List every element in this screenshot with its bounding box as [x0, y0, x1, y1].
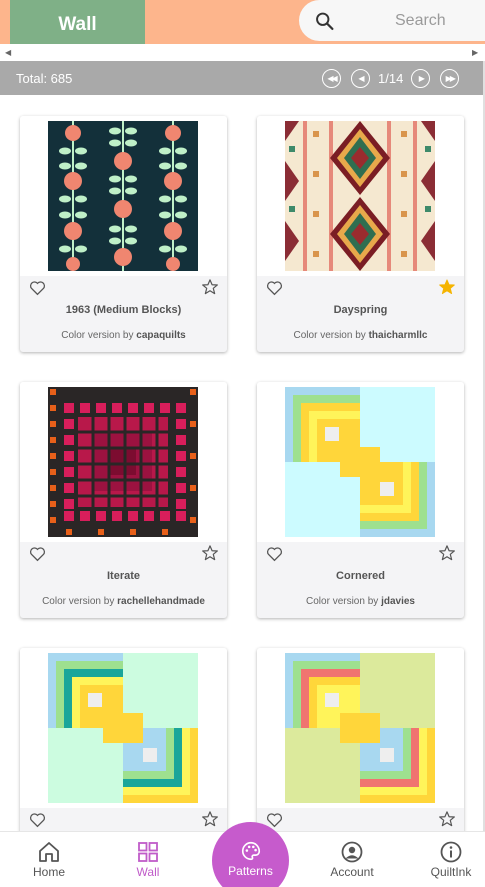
author-link[interactable]: rachellehandmade [117, 596, 205, 607]
pattern-card[interactable] [257, 648, 464, 831]
scroll-right-icon[interactable]: ▶ [472, 48, 478, 57]
pattern-image-frame [20, 116, 227, 276]
author-link[interactable]: thaicharmllc [369, 330, 428, 341]
pattern-image-frame [257, 382, 464, 542]
pattern-name[interactable]: Iterate [20, 570, 227, 582]
nav-wall-label: Wall [136, 865, 160, 879]
pattern-image-frame [20, 382, 227, 542]
pattern-image-frame [257, 116, 464, 276]
heart-icon[interactable] [29, 280, 46, 296]
pattern-card[interactable] [20, 648, 227, 831]
credit-prefix: Color version by [293, 330, 366, 341]
pagination: ◀◀ ◀ 1/14 ▶ ▶▶ [322, 68, 460, 88]
star-icon[interactable] [438, 544, 456, 562]
nav-home-label: Home [32, 865, 65, 879]
color-version-credit: Color version by rachellehandmade [20, 596, 227, 607]
pattern-grid: 1963 (Medium Blocks) Color version by ca… [0, 95, 483, 831]
info-icon [440, 841, 462, 863]
nav-wall[interactable]: Wall [108, 840, 188, 879]
heart-icon[interactable] [29, 546, 46, 562]
color-version-credit: Color version by capaquilts [20, 330, 227, 341]
credit-prefix: Color version by [306, 596, 379, 607]
pattern-thumbnail[interactable] [285, 121, 435, 271]
page-info: 1/14 [378, 70, 404, 86]
pattern-thumbnail[interactable] [48, 653, 198, 803]
last-page-icon[interactable]: ▶▶ [440, 68, 460, 88]
results-toolbar: Total: 685 ◀◀ ◀ 1/14 ▶ ▶▶ [0, 61, 483, 95]
star-icon-filled[interactable] [438, 278, 456, 296]
author-link[interactable]: capaquilts [136, 330, 185, 341]
search-icon[interactable] [314, 10, 335, 32]
credit-prefix: Color version by [42, 596, 115, 607]
color-version-credit: Color version by jdavies [257, 596, 464, 607]
search-box[interactable] [299, 0, 485, 41]
search-input[interactable] [395, 11, 485, 30]
page-title: Wall [10, 0, 145, 50]
account-icon [341, 841, 363, 863]
pattern-thumbnail[interactable] [285, 387, 435, 537]
home-icon [39, 842, 59, 862]
nav-home[interactable]: Home [9, 840, 89, 879]
scroll-left-icon[interactable]: ◀ [5, 48, 11, 57]
heart-icon[interactable] [29, 812, 46, 828]
pattern-card[interactable]: Dayspring Color version by thaicharmllc [257, 116, 464, 352]
pattern-thumbnail[interactable] [48, 121, 198, 271]
nav-account[interactable]: Account [312, 840, 392, 879]
heart-icon[interactable] [266, 546, 283, 562]
horizontal-scrollbar[interactable]: ◀ ▶ [0, 44, 485, 60]
next-page-icon[interactable]: ▶ [411, 68, 431, 88]
pattern-card[interactable]: Iterate Color version by rachellehandmad… [20, 382, 227, 618]
pattern-name[interactable]: Dayspring [257, 304, 464, 316]
patterns-button-label: Patterns [228, 864, 273, 878]
star-icon[interactable] [201, 278, 219, 296]
heart-icon[interactable] [266, 280, 283, 296]
pattern-card[interactable]: Cornered Color version by jdavies [257, 382, 464, 618]
pattern-card[interactable]: 1963 (Medium Blocks) Color version by ca… [20, 116, 227, 352]
grid-icon [138, 842, 158, 862]
star-icon[interactable] [438, 810, 456, 828]
prev-page-icon[interactable]: ◀ [351, 68, 370, 88]
pattern-image-frame [20, 648, 227, 808]
star-icon[interactable] [201, 810, 219, 828]
author-link[interactable]: jdavies [381, 596, 415, 607]
color-version-credit: Color version by thaicharmllc [257, 330, 464, 341]
total-count: Total: 685 [16, 71, 73, 86]
star-icon[interactable] [201, 544, 219, 562]
pattern-name[interactable]: 1963 (Medium Blocks) [20, 304, 227, 316]
first-page-icon[interactable]: ◀◀ [322, 68, 341, 88]
pattern-thumbnail[interactable] [285, 653, 435, 803]
pattern-thumbnail[interactable] [48, 387, 198, 537]
nav-quiltink-label: QuiltInk [430, 865, 472, 879]
nav-account-label: Account [330, 865, 374, 879]
palette-icon [241, 841, 260, 861]
nav-quiltink[interactable]: QuiltInk [411, 840, 485, 879]
pattern-name[interactable]: Cornered [257, 570, 464, 582]
credit-prefix: Color version by [61, 330, 134, 341]
pattern-image-frame [257, 648, 464, 808]
